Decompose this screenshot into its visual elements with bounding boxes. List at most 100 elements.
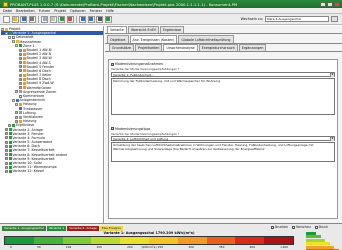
tab-third-0[interactable]: Grundsätze [109,44,134,51]
description-text-1[interactable]: Dämmung der Fußbodenheizung, mit und Wär… [111,77,335,115]
collapse-icon[interactable]: - [11,40,15,44]
expand-icon[interactable]: + [18,65,22,69]
expand-icon[interactable]: + [4,157,8,161]
search-icon[interactable] [96,15,103,23]
tab-third-4[interactable]: Ergänzungen [238,44,267,51]
maximize-icon[interactable] [327,1,333,7]
menu-item-fuhren[interactable]: Fuhren [39,9,51,13]
expand-icon[interactable]: + [8,123,11,127]
expand-icon[interactable]: + [18,82,22,86]
menu-item-projekt[interactable]: Projekt [54,9,66,13]
go-button[interactable] [331,16,338,22]
tab-second-0[interactable]: Objektart [107,35,129,43]
collapse-icon[interactable]: - [8,35,11,39]
checkbox-icon[interactable]: ✓ [111,127,114,130]
toolbar-separator [76,15,77,23]
expand-icon[interactable]: + [18,61,22,65]
variant-select-2[interactable]: Variante 2: Luftdichtheit und Lüftung ▼ [111,136,335,142]
tab-top-0[interactable]: Variante [107,26,127,33]
expand-icon[interactable]: + [4,165,8,169]
option-drucken[interactable]: Drucken [270,225,288,229]
checkbox-icon[interactable] [314,225,318,229]
paste-icon[interactable] [49,15,57,23]
menu-item-datei[interactable]: Datei [3,9,12,13]
expand-icon[interactable]: + [4,144,8,148]
tips-checkbox[interactable]: ✓ Modernisierungstipps [111,127,335,131]
expand-icon[interactable]: + [18,56,22,60]
tab-second-2[interactable]: Globale Luftdichtheitsprüfung [178,35,234,43]
scale-tick: 350 [219,245,225,249]
expand-icon[interactable]: + [4,136,8,140]
scale-segment [235,237,265,244]
tab-third-3[interactable]: Energiedurchzrauch [198,44,238,51]
tab-second-1[interactable]: Anz. Ereignissen (Kosten) [129,35,178,43]
expand-icon[interactable]: + [4,161,8,165]
expand-icon[interactable]: + [15,111,18,115]
expand-icon[interactable]: + [4,149,8,153]
copy-icon[interactable] [41,15,48,23]
menu-item-optionen[interactable]: Optionen [70,9,86,13]
expand-icon[interactable]: + [4,153,8,157]
collapse-icon[interactable]: - [1,27,4,31]
description-text-2[interactable]: Umsetzung der baulichen Luftdichtheitsma… [111,142,335,162]
bottom-tab-2[interactable]: Variante 2: Anlage [67,225,99,231]
expand-icon[interactable]: + [4,132,8,136]
menu-item-hilfe[interactable]: Hilfe [106,9,114,13]
bottom-tab-0[interactable]: Variante 1: Ausgangsschal [2,225,46,231]
info-icon[interactable] [87,15,95,23]
tab-third-2[interactable]: Ursachenanalyse [163,44,198,51]
print-icon[interactable] [28,15,36,23]
arrow-down-icon[interactable] [66,15,74,23]
tree-item[interactable]: + Variante 12: Kessel [1,169,103,173]
menu-item-fenster[interactable]: Fenster [90,9,103,13]
node-icon [8,153,12,157]
expand-icon[interactable]: + [15,115,18,119]
expand-icon[interactable]: + [4,128,8,132]
option-vorschau[interactable]: Vorschau [292,225,311,229]
expand-icon[interactable]: + [15,90,18,94]
close-icon[interactable] [334,1,340,7]
checkbox-icon[interactable]: ✓ [111,62,114,66]
window-title: PROBANT-PLUS 1.0.0.7 (S:\Dokumente\ProBa… [10,1,238,7]
checkbox-label: Modernisierungsmaßnahmen [115,62,164,66]
expand-icon[interactable]: + [18,69,22,73]
top-tabs: Variante Übersicht EnEV Ergebnisse [105,26,342,34]
arrow-up-icon[interactable] [58,15,65,23]
tab-top-2[interactable]: Ergebnisse [160,26,185,33]
collapse-icon[interactable]: - [4,31,8,35]
menu-item-bearbeiten[interactable]: Bearbeiten [16,9,35,13]
collapse-icon[interactable]: - [15,44,18,48]
save-icon[interactable] [20,15,27,23]
scale-segment [5,237,34,244]
checkbox-icon[interactable] [270,225,274,229]
modernization-checkbox[interactable]: ✓ Modernisierungsmaßnahmen [111,62,335,66]
help-icon[interactable] [79,15,86,23]
search-input[interactable]: Mara-1-Ausgangsschal [265,16,329,22]
tab-third-1[interactable]: Projektseiten [134,44,163,51]
field-label: Variante der Modernisierungsempfehlungen… [111,67,180,71]
expand-icon[interactable]: + [4,169,8,173]
minimize-icon[interactable] [320,1,326,7]
second-tabs: Objektart Anz. Ereignissen (Kosten) Global… [105,35,342,44]
option-druck[interactable]: Druck [314,225,328,229]
variant-select-1[interactable]: Variante 1: Fußbodenheiz... ▼ [111,71,335,77]
new-icon[interactable] [3,15,10,23]
open-icon[interactable] [11,15,19,23]
tab-top-1[interactable]: Übersicht EnEV [127,26,160,33]
chevron-down-icon[interactable]: ▼ [330,72,334,77]
expand-icon[interactable]: + [18,73,22,77]
refresh-icon[interactable] [104,15,112,23]
bottom-tab-3[interactable]: Elsa Ereignis [99,225,123,231]
expand-icon[interactable]: + [4,140,8,144]
collapse-icon[interactable]: - [15,102,18,106]
expand-icon[interactable]: + [15,119,18,123]
bottom-tab-1[interactable]: Variante 1 [46,225,67,231]
checkbox-icon[interactable] [292,225,295,229]
expand-icon[interactable]: + [18,48,22,52]
chevron-down-icon[interactable]: ▼ [330,137,334,142]
collapse-icon[interactable]: - [11,98,15,102]
scale-segment [177,237,207,244]
expand-icon[interactable]: + [18,86,22,90]
expand-icon[interactable]: + [18,77,22,81]
expand-icon[interactable]: + [18,52,22,56]
